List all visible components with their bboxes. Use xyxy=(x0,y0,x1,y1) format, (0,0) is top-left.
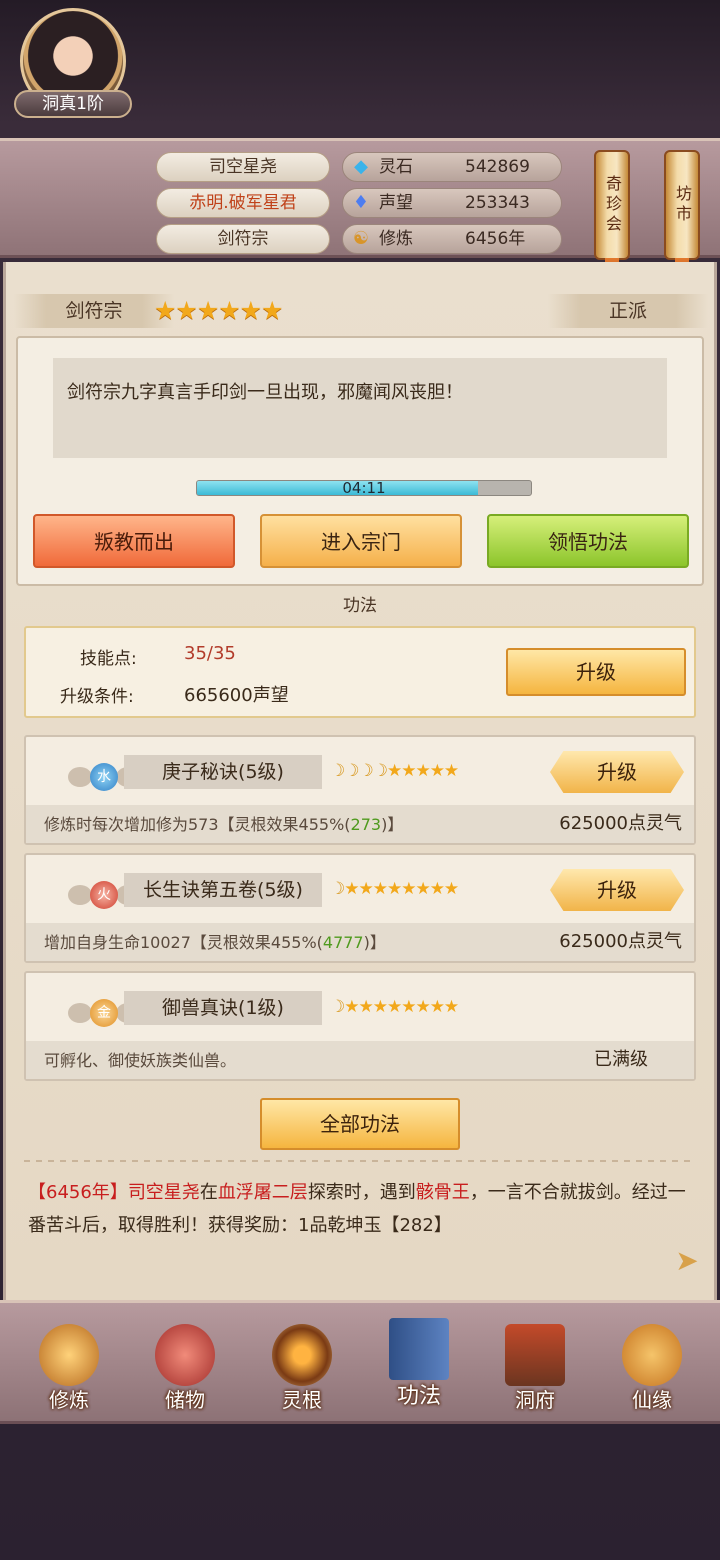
moon-icon: ☽☽☽☽ xyxy=(330,761,388,781)
technique-book-icon xyxy=(389,1318,449,1380)
sect-name-ribbon: 剑符宗 xyxy=(14,294,174,328)
nav-spirit-root[interactable]: 灵根 xyxy=(257,1318,347,1422)
leave-sect-button[interactable]: 叛教而出 xyxy=(33,514,235,568)
adventure-log: 【6456年】司空星尧在血浮屠二层探索时，遇到骸骨王，一言不合就拔剑。经过一番苦… xyxy=(28,1182,686,1236)
skill-name: 御兽真诀(1级) xyxy=(124,991,322,1025)
upgrade-condition-label: 升级条件: xyxy=(60,687,134,707)
upgrade-condition-value: 665600声望 xyxy=(184,685,289,706)
skill-card: 水 庚子秘诀(5级) ☽☽☽☽★★★★★ 升级 修炼时每次增加修为573【灵根效… xyxy=(24,735,696,845)
skill-cost: 625000点灵气 xyxy=(559,813,682,834)
skill-points-box: 技能点: 35/35 升级条件: 665600声望 升级 xyxy=(24,626,696,718)
skill-card: 金 御兽真诀(1级) ☽★★★★★★★★ 可孵化、御使妖族类仙兽。 已满级 xyxy=(24,971,696,1081)
nav-cave[interactable]: 洞府 xyxy=(490,1318,580,1422)
skill-rating: ☽★★★★★★★★ xyxy=(330,997,459,1017)
moon-icon: ☽ xyxy=(330,879,345,899)
resource-cultivation: ☯ 修炼 6456年 xyxy=(342,224,562,254)
divider xyxy=(24,1160,696,1162)
star-icon: ★★★★★★★★ xyxy=(344,879,459,899)
learn-technique-button[interactable]: 领悟功法 xyxy=(487,514,689,568)
market-button[interactable]: 坊市 xyxy=(664,150,700,260)
skill-description: 可孵化、御使妖族类仙兽。 xyxy=(44,1051,237,1070)
skill-points-label: 技能点: xyxy=(80,649,137,669)
skill-upgrade-button[interactable]: 升级 xyxy=(550,869,684,911)
sect-description: 剑符宗九字真言手印剑一旦出现，邪魔闻风丧胆！ xyxy=(53,358,667,458)
cultivation-icon: ☯ xyxy=(352,228,370,249)
gongfa-section-title: 功法 xyxy=(343,596,377,616)
all-techniques-button[interactable]: 全部功法 xyxy=(260,1098,460,1150)
rank-badge: 洞真1阶 xyxy=(14,90,132,118)
sect-timer-bar: 04:11 xyxy=(196,480,532,496)
skill-name: 庚子秘诀(5级) xyxy=(124,755,322,789)
star-icon: ★★★★★ xyxy=(386,761,459,781)
sect-alignment-ribbon: 正派 xyxy=(548,294,708,328)
nav-cultivate[interactable]: 修炼 xyxy=(24,1318,114,1422)
sect-timer-text: 04:11 xyxy=(342,480,386,496)
player-sect: 剑符宗 xyxy=(156,224,330,254)
spirit-root-icon xyxy=(272,1324,332,1386)
skill-points-value: 35/35 xyxy=(184,643,236,664)
gourd-icon xyxy=(622,1324,682,1386)
sect-stars: ★★★★★★ xyxy=(154,296,283,325)
nav-technique[interactable]: 功法 xyxy=(374,1312,464,1416)
enter-sect-button[interactable]: 进入宗门 xyxy=(260,514,462,568)
storage-bag-icon xyxy=(155,1324,215,1386)
player-title: 赤明.破军星君 xyxy=(156,188,330,218)
resource-reputation: ♦ 声望 253343 xyxy=(342,188,562,218)
skill-rating: ☽☽☽☽★★★★★ xyxy=(330,761,459,781)
nav-storage[interactable]: 储物 xyxy=(140,1318,230,1422)
player-name: 司空星尧 xyxy=(156,152,330,182)
star-icon: ★★★★★★★★ xyxy=(344,997,459,1017)
skill-name: 长生诀第五卷(5级) xyxy=(124,873,322,907)
skill-card: 火 长生诀第五卷(5级) ☽★★★★★★★★ 升级 增加自身生命10027【灵根… xyxy=(24,853,696,963)
skill-rating: ☽★★★★★★★★ xyxy=(330,879,459,899)
skill-max-level: 已满级 xyxy=(594,1049,648,1070)
upgrade-sect-skill-button[interactable]: 升级 xyxy=(506,648,686,696)
treasure-fair-button[interactable]: 奇珍会 xyxy=(594,150,630,260)
skill-upgrade-button[interactable]: 升级 xyxy=(550,751,684,793)
resource-spirit-stone: ◆ 灵石 542869 xyxy=(342,152,562,182)
skill-description: 增加自身生命10027【灵根效果455%(4777)】 xyxy=(44,933,386,952)
moon-icon: ☽ xyxy=(330,997,345,1017)
spirit-stone-icon: ◆ xyxy=(354,156,368,177)
next-arrow-icon[interactable]: ➤ xyxy=(672,1244,702,1278)
nav-fortune[interactable]: 仙缘 xyxy=(607,1318,697,1422)
cave-dwelling-icon xyxy=(505,1324,565,1386)
cultivate-icon xyxy=(39,1324,99,1386)
skill-description: 修炼时每次增加修为573【灵根效果455%(273)】 xyxy=(44,815,404,834)
reputation-icon: ♦ xyxy=(352,192,370,213)
skill-cost: 625000点灵气 xyxy=(559,931,682,952)
